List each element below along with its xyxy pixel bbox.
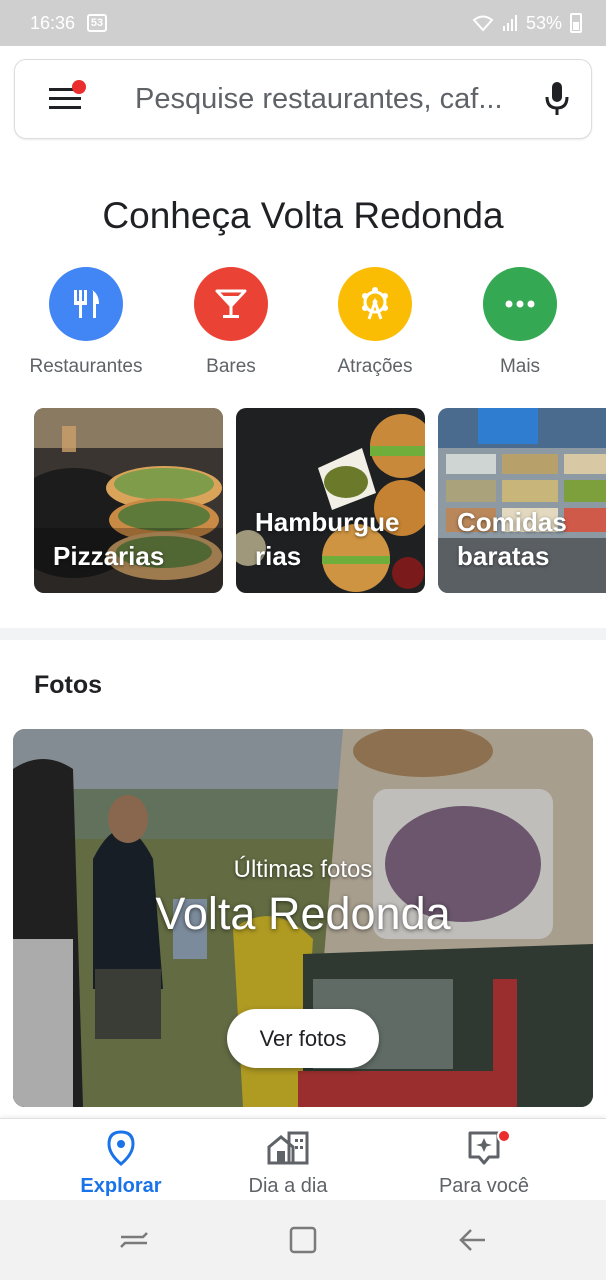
nav-label: Dia a dia — [248, 1175, 328, 1197]
back-arrow-icon — [459, 1229, 485, 1251]
status-bar: 16:36 53 53% — [0, 0, 606, 46]
commute-icon — [267, 1131, 309, 1165]
nav-notification-dot — [497, 1129, 511, 1143]
section-title-photos: Fotos — [34, 671, 103, 699]
fork-knife-icon — [49, 267, 123, 341]
category-bars[interactable]: Bares — [151, 267, 311, 378]
location-pin-icon — [107, 1130, 135, 1166]
card-label: Comidas — [457, 507, 567, 537]
more-horiz-icon — [483, 267, 557, 341]
card-pizzarias[interactable]: Pizzarias — [34, 408, 223, 593]
nav-para-voce[interactable]: Para você — [399, 1129, 569, 1198]
menu-button[interactable] — [37, 71, 93, 127]
menu-notification-dot — [72, 80, 86, 94]
search-input[interactable]: Pesquise restaurantes, caf... — [135, 83, 519, 116]
category-restaurants[interactable]: Restaurantes — [6, 267, 166, 378]
photos-place-title: Volta Redonda — [155, 888, 451, 939]
view-photos-button[interactable]: Ver fotos — [227, 1009, 379, 1068]
nav-label: Para você — [438, 1175, 530, 1197]
category-attractions[interactable]: Atrações — [295, 267, 455, 378]
page-title: Conheça Volta Redonda — [102, 195, 504, 236]
sparkle-icon — [468, 1131, 500, 1165]
category-more[interactable]: Mais — [440, 267, 600, 378]
photos-card[interactable]: Últimas fotos Volta Redonda Ver fotos — [13, 729, 593, 1107]
recent-apps-icon — [120, 1232, 148, 1248]
section-divider — [0, 628, 606, 640]
nav-dia-a-dia[interactable]: Dia a dia — [203, 1129, 373, 1198]
ferris-wheel-icon — [338, 267, 412, 341]
category-label: Restaurantes — [29, 356, 143, 377]
status-time: 16:36 — [30, 12, 76, 33]
search-bar[interactable]: Pesquise restaurantes, caf... — [14, 59, 592, 139]
category-label: Bares — [206, 356, 256, 377]
category-label: Mais — [499, 356, 541, 377]
category-cards: Pizzarias Hamburgue rias Comidas baratas — [0, 408, 606, 594]
card-label-line2: baratas — [457, 541, 550, 571]
recent-apps-button[interactable] — [114, 1220, 154, 1260]
back-button[interactable] — [452, 1220, 492, 1260]
bottom-navigation: Explorar Dia a dia Para você — [0, 1118, 606, 1200]
card-label: Pizzarias — [53, 541, 165, 571]
voice-search-button[interactable] — [537, 74, 577, 124]
photos-subtitle: Últimas fotos — [233, 856, 373, 883]
signal-icon — [502, 15, 517, 31]
microphone-icon — [545, 82, 569, 115]
category-label: Atrações — [337, 356, 413, 377]
nav-label: Explorar — [80, 1175, 162, 1197]
home-square-icon — [289, 1226, 317, 1254]
battery-icon — [570, 13, 582, 33]
wifi-icon — [472, 15, 494, 32]
card-comidas-baratas[interactable]: Comidas baratas — [438, 408, 606, 593]
nav-explorar[interactable]: Explorar — [36, 1129, 206, 1198]
home-button[interactable] — [283, 1220, 323, 1260]
battery-percent: 53% — [525, 12, 562, 33]
system-navigation-bar — [0, 1200, 606, 1280]
card-hamburguerias[interactable]: Hamburgue rias — [236, 408, 425, 593]
notification-count-badge: 53 — [87, 14, 108, 32]
card-label-line2: rias — [255, 541, 302, 571]
card-label: Hamburgue — [255, 507, 400, 537]
cocktail-icon — [194, 267, 268, 341]
